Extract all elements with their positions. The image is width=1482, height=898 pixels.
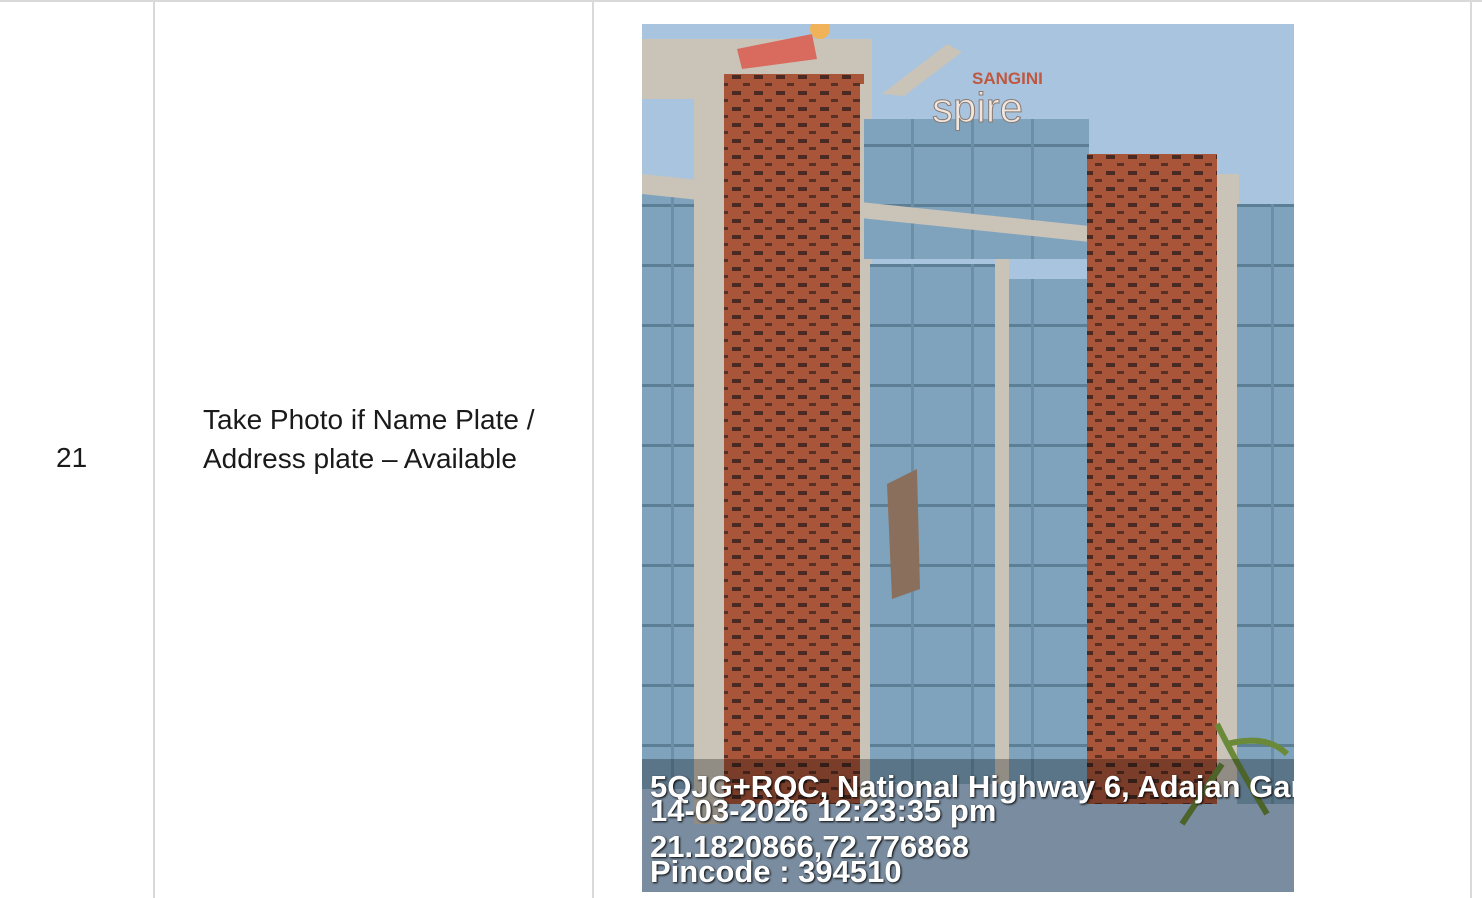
photo-datetime: 14-03-2026 12:23:35 pm	[650, 793, 997, 828]
photo-pincode: Pincode : 394510	[650, 854, 902, 889]
column-divider	[153, 2, 155, 898]
column-divider	[592, 2, 594, 898]
row-description: Take Photo if Name Plate / Address plate…	[203, 404, 535, 474]
checklist-table: 21 Take Photo if Name Plate / Address pl…	[0, 0, 1482, 898]
sign-text-main: spire	[932, 84, 1023, 131]
row-number: 21	[56, 442, 88, 473]
column-divider	[1470, 2, 1472, 898]
building-illustration: SANGINI spire	[642, 24, 1294, 892]
building-photo: SANGINI spire 5QJG+RQC, National Highway…	[642, 24, 1294, 892]
